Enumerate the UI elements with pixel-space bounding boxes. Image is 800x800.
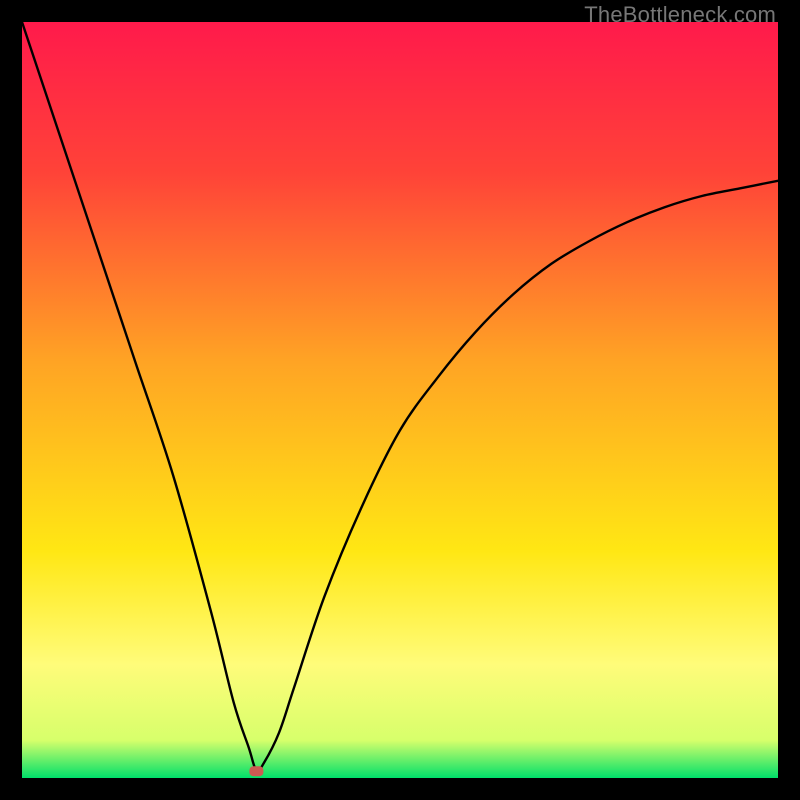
optimal-point-marker	[249, 766, 263, 776]
chart-frame	[22, 22, 778, 778]
watermark-text: TheBottleneck.com	[584, 2, 776, 28]
gradient-background	[22, 22, 778, 778]
bottleneck-chart	[22, 22, 778, 778]
